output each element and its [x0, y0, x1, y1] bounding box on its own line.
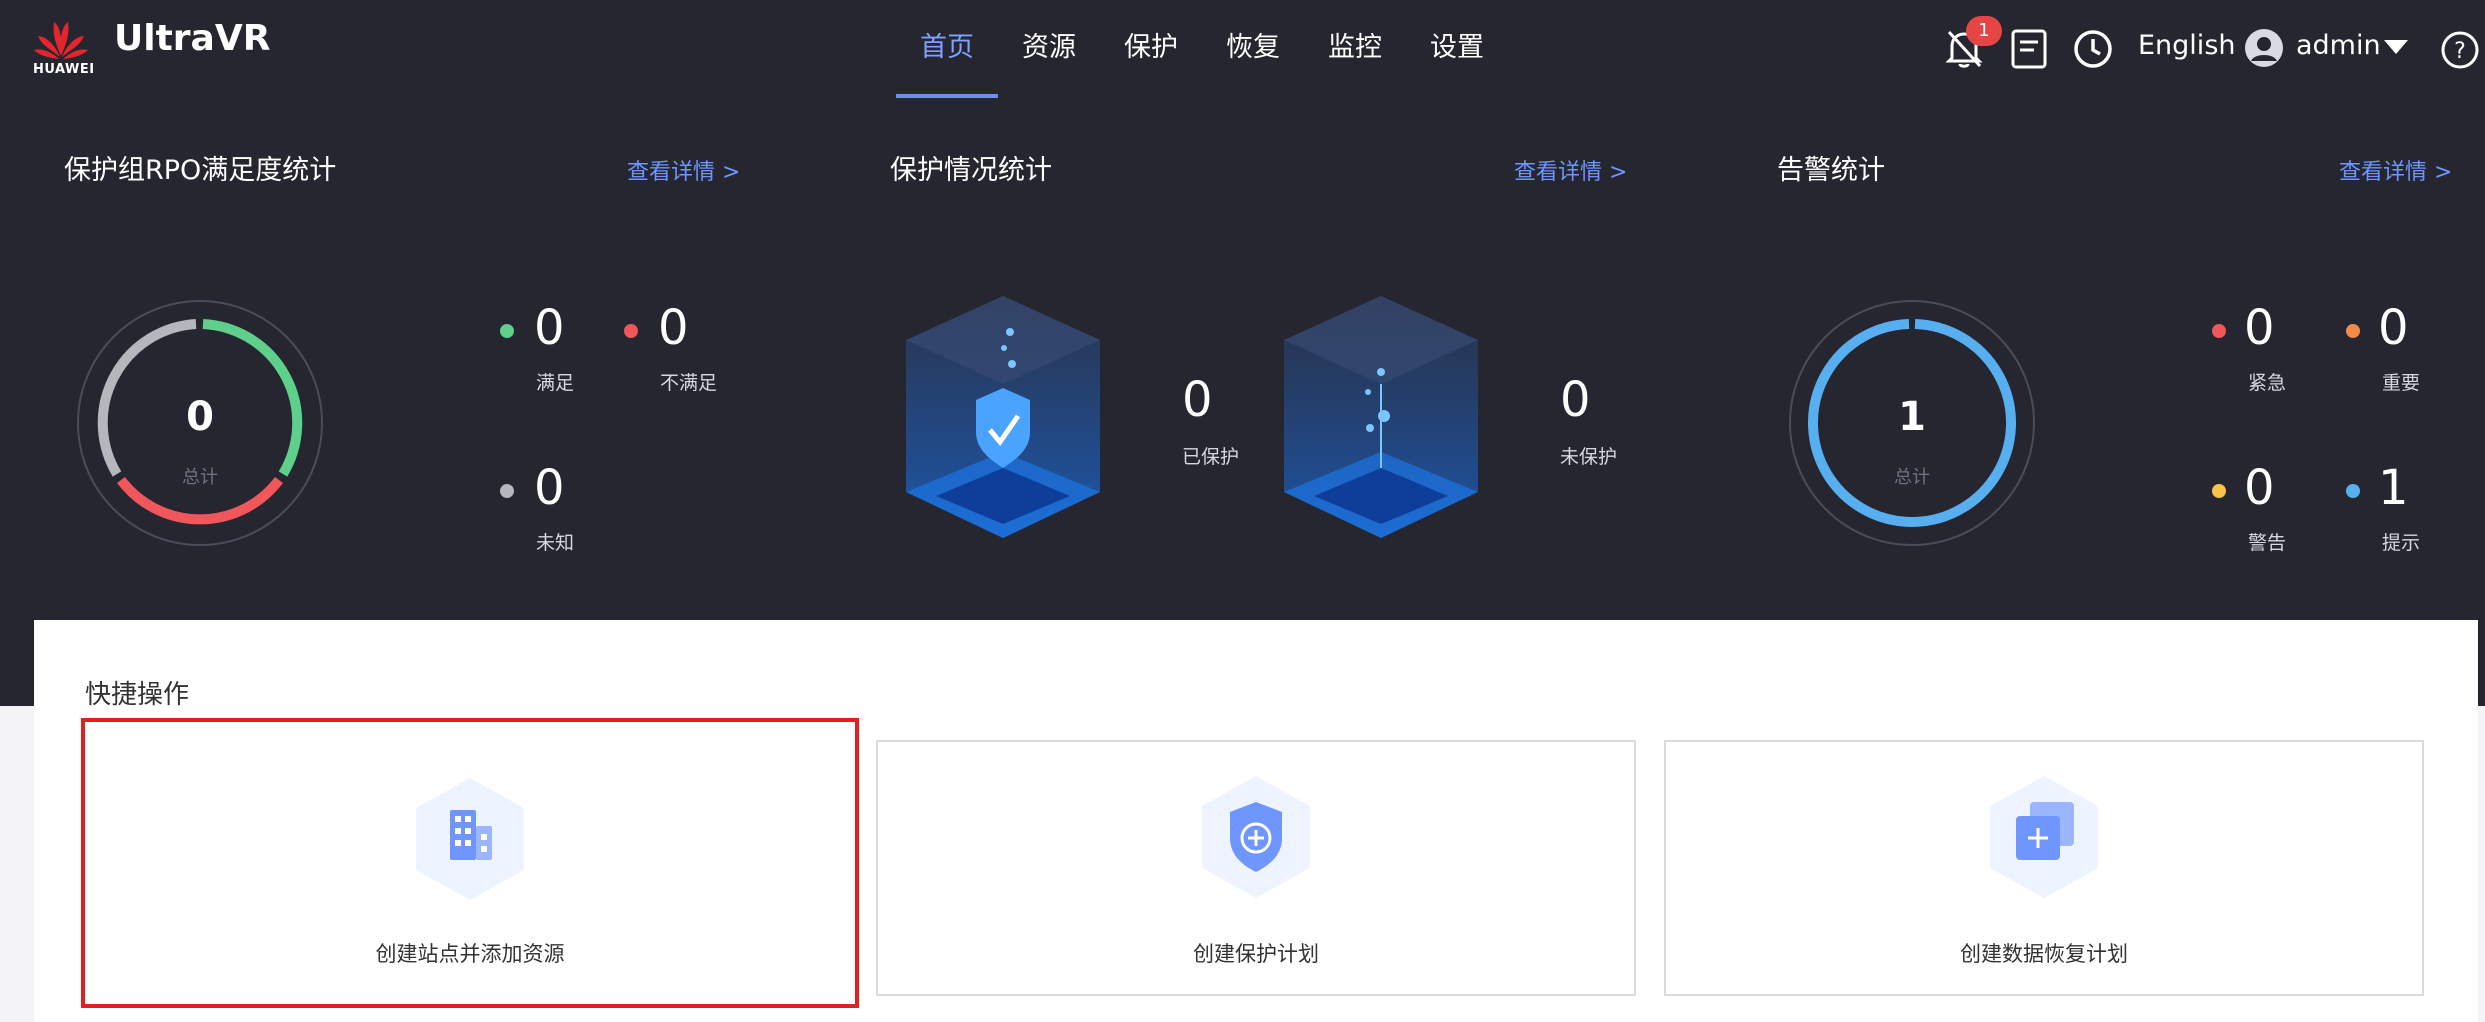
language-switch[interactable]: English [2138, 30, 2236, 61]
help-icon[interactable]: ? [2440, 30, 2480, 70]
status-dot-critical [2212, 324, 2226, 338]
nav-home[interactable]: 首页 [896, 0, 998, 98]
alarm-critical-value: 0 [2244, 300, 2275, 356]
quick-action-create-recovery-plan[interactable]: 创建数据恢复计划 [1664, 740, 2424, 996]
alarm-details-link[interactable]: 查看详情 > [2339, 154, 2452, 186]
alarm-total-label: 总计 [1894, 467, 1930, 488]
alarm-info-label: 提示 [2382, 532, 2421, 554]
alarm-warning-label: 警告 [2248, 532, 2287, 554]
protected-value: 0 [1182, 372, 1213, 428]
alarm-warning-value: 0 [2244, 460, 2275, 516]
alarm-count-badge: 1 [1966, 16, 2002, 46]
unprotected-cube-illustration [1284, 296, 1478, 538]
rpo-unsatisfied-label: 不满足 [660, 372, 718, 394]
alarm-info-value: 1 [2378, 460, 2409, 516]
status-dot-satisfied [500, 324, 514, 338]
user-menu[interactable]: admin [2296, 30, 2381, 61]
quick-action-label: 创建保护计划 [1193, 942, 1319, 966]
protection-details-link[interactable]: 查看详情 > [1514, 154, 1627, 186]
alarm-total-value: 1 [1898, 394, 1926, 440]
nav-monitor[interactable]: 监控 [1304, 0, 1406, 98]
rpo-unknown-value: 0 [534, 460, 565, 516]
rpo-unknown-label: 未知 [536, 532, 575, 554]
unprotected-label: 未保护 [1560, 446, 1618, 468]
quick-action-create-protection-plan[interactable]: 创建保护计划 [876, 740, 1636, 996]
status-dot-info [2346, 484, 2360, 498]
rpo-satisfied-value: 0 [534, 300, 565, 356]
status-dot-warning [2212, 484, 2226, 498]
notes-icon[interactable] [2010, 28, 2048, 70]
quick-action-create-site[interactable]: 创建站点并添加资源 [81, 718, 859, 1008]
caret-down-icon[interactable] [2384, 40, 2408, 54]
avatar-icon[interactable] [2244, 28, 2284, 68]
protection-panel-title: 保护情况统计 [890, 155, 1052, 186]
app-title: UltraVR [114, 18, 271, 59]
quick-action-label: 创建站点并添加资源 [375, 942, 565, 966]
rpo-unsatisfied-value: 0 [658, 300, 689, 356]
rpo-total-label: 总计 [182, 467, 218, 488]
status-dot-major [2346, 324, 2360, 338]
quick-action-label: 创建数据恢复计划 [1960, 942, 2128, 966]
nav-settings[interactable]: 设置 [1406, 0, 1508, 98]
dashboard-top-area [0, 0, 2485, 706]
alarm-critical-label: 紧急 [2248, 372, 2287, 394]
svg-text:?: ? [2454, 39, 2466, 64]
shield-plus-icon [1202, 776, 1310, 898]
nav-resources[interactable]: 资源 [998, 0, 1100, 98]
rpo-satisfied-label: 满足 [536, 372, 575, 394]
status-dot-unknown [500, 484, 514, 498]
huawei-wordmark: HUAWEI [33, 62, 95, 77]
nav-recovery[interactable]: 恢复 [1202, 0, 1304, 98]
nav-protection[interactable]: 保护 [1100, 0, 1202, 98]
rpo-details-link[interactable]: 查看详情 > [627, 154, 740, 186]
rpo-total-value: 0 [186, 394, 214, 440]
building-icon [416, 778, 524, 900]
clock-icon[interactable] [2072, 28, 2114, 70]
protected-cube-illustration [906, 296, 1100, 538]
unprotected-value: 0 [1560, 372, 1591, 428]
status-dot-unsatisfied [624, 324, 638, 338]
alarm-panel-title: 告警统计 [1777, 155, 1885, 186]
copy-plus-icon [1990, 776, 2098, 898]
alarm-major-value: 0 [2378, 300, 2409, 356]
protected-label: 已保护 [1182, 446, 1240, 468]
quick-actions-title: 快捷操作 [85, 680, 190, 710]
rpo-panel-title: 保护组RPO满足度统计 [64, 155, 337, 186]
alarm-major-label: 重要 [2382, 372, 2421, 394]
main-nav: 首页 资源 保护 恢复 监控 设置 [896, 0, 1508, 98]
